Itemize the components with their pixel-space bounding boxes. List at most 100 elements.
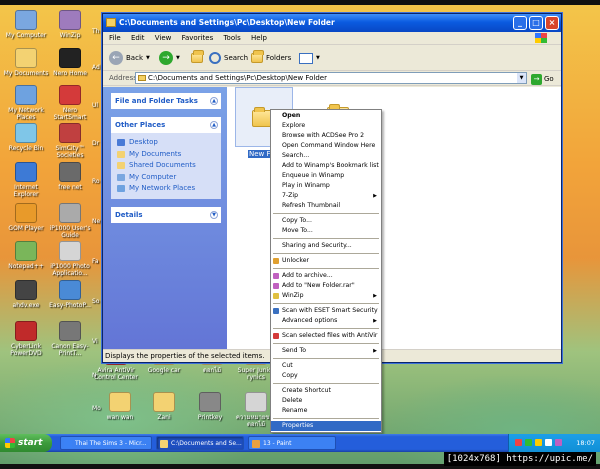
desktop-icon[interactable]: Notepad++ bbox=[2, 241, 50, 270]
menu-item[interactable]: Properties bbox=[271, 421, 381, 431]
menu-file[interactable]: File bbox=[109, 34, 121, 42]
go-button[interactable]: → Go bbox=[531, 72, 554, 87]
window-titlebar[interactable]: C:\Documents and Settings\Pc\Desktop\New… bbox=[103, 14, 561, 32]
close-button[interactable]: × bbox=[545, 16, 559, 30]
menu-item[interactable]: Play in Winamp bbox=[271, 181, 381, 191]
menu-item[interactable]: Rename bbox=[271, 406, 381, 416]
collapse-chevron-icon[interactable]: ▲ bbox=[210, 97, 218, 105]
file-folder-tasks-header[interactable]: File and Folder Tasks ▲ bbox=[111, 93, 221, 109]
menu-item[interactable]: Scan with ESET Smart Security bbox=[271, 306, 381, 316]
menu-item[interactable]: Add to archive... bbox=[271, 271, 381, 281]
menu-item[interactable]: Delete bbox=[271, 396, 381, 406]
search-button[interactable]: Search bbox=[209, 50, 248, 66]
menu-item[interactable]: Sharing and Security... bbox=[271, 241, 381, 251]
desktop-icon-label-partial[interactable]: Dr bbox=[92, 140, 99, 147]
menu-item[interactable]: Unlocker bbox=[271, 256, 381, 266]
taskbar-button[interactable]: Thai The Sims 3 - Micr... bbox=[60, 436, 152, 450]
menu-item[interactable]: Send To ▶ bbox=[271, 346, 381, 356]
menu-item[interactable]: Explore bbox=[271, 121, 381, 131]
menu-item[interactable]: Move To... bbox=[271, 226, 381, 236]
menu-item[interactable]: Refresh Thumbnail bbox=[271, 201, 381, 211]
tray-icon[interactable] bbox=[545, 439, 552, 446]
desktop-icon[interactable]: CyberLink PowerDVD bbox=[2, 321, 50, 357]
menu-edit[interactable]: Edit bbox=[131, 34, 145, 42]
desktop-icon[interactable]: Nero Home bbox=[46, 48, 94, 77]
back-dropdown-icon[interactable]: ▼ bbox=[146, 50, 150, 66]
taskbar-button[interactable]: C:\Documents and Se... bbox=[156, 436, 244, 450]
up-button[interactable] bbox=[191, 50, 204, 66]
menu-item[interactable]: Enqueue in Winamp bbox=[271, 171, 381, 181]
clock[interactable]: 18:07 bbox=[576, 439, 595, 447]
forward-button[interactable]: → ▼ bbox=[159, 50, 180, 66]
menu-tools[interactable]: Tools bbox=[223, 34, 240, 42]
desktop-icon-label-partial[interactable]: Ne bbox=[92, 218, 100, 225]
menu-item[interactable]: Open Command Window Here bbox=[271, 141, 381, 151]
other-places-link[interactable]: My Computer bbox=[117, 172, 217, 184]
desktop-icon-label-partial[interactable]: Fa bbox=[92, 258, 99, 265]
desktop-icon-label-partial[interactable]: So bbox=[92, 298, 99, 305]
menu-item[interactable]: Add to Winamp's Bookmark list bbox=[271, 161, 381, 171]
desktop-icon[interactable]: My Documents bbox=[2, 48, 50, 77]
taskbar-button[interactable]: 13 - Paint bbox=[248, 436, 336, 450]
desktop-icon-label-partial[interactable]: Vi bbox=[92, 338, 98, 345]
menu-item[interactable]: 7-Zip ▶ bbox=[271, 191, 381, 201]
start-button[interactable]: start bbox=[0, 434, 52, 452]
desktop-icon[interactable]: Easy-PhotoP... bbox=[46, 280, 94, 309]
details-header[interactable]: Details ▼ bbox=[111, 206, 221, 223]
other-places-link[interactable]: My Documents bbox=[117, 149, 217, 161]
desktop-icon[interactable]: WinZip bbox=[46, 10, 94, 39]
menu-item[interactable]: WinZip ▶ bbox=[271, 291, 381, 301]
menu-view[interactable]: View bbox=[155, 34, 172, 42]
tray-icon[interactable] bbox=[515, 439, 522, 446]
views-button[interactable]: ▼ bbox=[299, 50, 320, 66]
menu-item[interactable]: Add to "New Folder.rar" bbox=[271, 281, 381, 291]
tray-icon[interactable] bbox=[555, 439, 562, 446]
menu-item[interactable]: Copy To... bbox=[271, 216, 381, 226]
desktop-icon[interactable]: Canon Easy-PrintT... bbox=[46, 321, 94, 357]
desktop-icon[interactable]: iP1000 Photo Applicatio... bbox=[46, 241, 94, 277]
desktop-icon-label-partial[interactable]: Ro bbox=[92, 178, 100, 185]
menu-item[interactable]: Search... bbox=[271, 151, 381, 161]
forward-dropdown-icon[interactable]: ▼ bbox=[176, 50, 180, 66]
maximize-button[interactable]: □ bbox=[529, 16, 543, 30]
tray-icon[interactable] bbox=[525, 439, 532, 446]
desktop-icon-label-partial[interactable]: Ad bbox=[92, 64, 100, 71]
back-button[interactable]: ← Back ▼ bbox=[109, 50, 150, 66]
menu-help[interactable]: Help bbox=[251, 34, 267, 42]
menu-favorites[interactable]: Favorites bbox=[182, 34, 214, 42]
menu-item[interactable]: Create Shortcut bbox=[271, 386, 381, 396]
address-input[interactable]: C:\Documents and Settings\Pc\Desktop\New… bbox=[135, 72, 527, 84]
desktop-icon[interactable]: iP1000 User's Guide bbox=[46, 203, 94, 239]
desktop-icon[interactable]: Printkey bbox=[186, 392, 234, 421]
tray-icon[interactable] bbox=[535, 439, 542, 446]
other-places-link[interactable]: Shared Documents bbox=[117, 160, 217, 172]
other-places-header[interactable]: Other Places ▲ bbox=[111, 117, 221, 133]
desktop-icon[interactable]: My Computer bbox=[2, 10, 50, 39]
minimize-button[interactable]: _ bbox=[513, 16, 527, 30]
address-dropdown-icon[interactable]: ▼ bbox=[517, 73, 526, 83]
other-places-link[interactable]: Desktop bbox=[117, 137, 217, 149]
expand-chevron-icon[interactable]: ▼ bbox=[210, 210, 218, 219]
desktop-icon[interactable]: Internet Explorer bbox=[2, 162, 50, 198]
desktop-icon[interactable]: My Network Places bbox=[2, 85, 50, 121]
desktop-icon[interactable]: ahdv.exe bbox=[2, 280, 50, 309]
menu-item[interactable]: Open bbox=[271, 111, 381, 121]
menu-item[interactable]: Cut bbox=[271, 361, 381, 371]
desktop-icon[interactable]: SimCity™ Societies bbox=[46, 123, 94, 159]
collapse-chevron-icon[interactable]: ▲ bbox=[210, 121, 218, 129]
desktop-icon[interactable]: wan wan bbox=[96, 392, 144, 421]
views-dropdown-icon[interactable]: ▼ bbox=[316, 50, 320, 66]
menu-item[interactable]: Advanced options ▶ bbox=[271, 316, 381, 326]
desktop-icon[interactable]: GOM Player bbox=[2, 203, 50, 232]
folders-button[interactable]: Folders bbox=[251, 50, 291, 66]
other-places-link[interactable]: My Network Places bbox=[117, 183, 217, 195]
desktop-icon[interactable]: Zani bbox=[140, 392, 188, 421]
menu-item[interactable]: Scan selected files with AntiVir bbox=[271, 331, 381, 341]
desktop-icon[interactable]: Nero StartSmart bbox=[46, 85, 94, 121]
desktop-icon[interactable]: free net bbox=[46, 162, 94, 191]
menu-item[interactable]: Browse with ACDSee Pro 2 bbox=[271, 131, 381, 141]
desktop-icon[interactable]: Recycle Bin bbox=[2, 123, 50, 152]
desktop-icon-label-partial[interactable]: Th bbox=[92, 28, 99, 35]
menu-item[interactable]: Copy bbox=[271, 371, 381, 381]
context-menu[interactable]: Open Explore Browse with ACDSee Pro 2 Open … bbox=[270, 109, 382, 433]
